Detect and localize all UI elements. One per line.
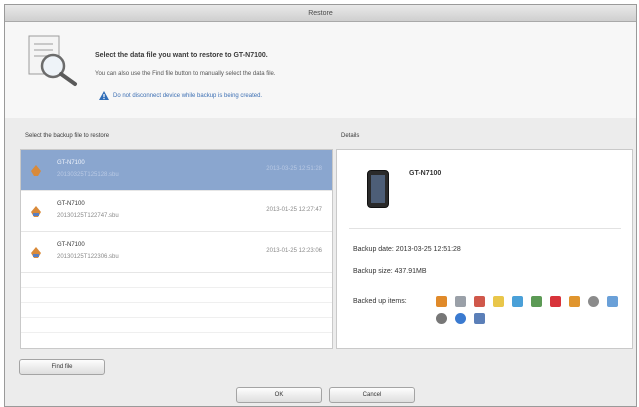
list-divider [21, 332, 332, 333]
backup-file-list[interactable]: GT-N7100 20130325T125128.sbu 2013-03-25 … [20, 149, 333, 349]
backup-date: 2013-03-25 12:51:28 [266, 166, 322, 172]
wifi-icon [512, 296, 523, 307]
list-divider [21, 287, 332, 288]
document-search-icon [28, 35, 77, 86]
cancel-button[interactable]: Cancel [329, 387, 415, 403]
backup-size-detail: Backup size: 437.91MB [353, 268, 427, 275]
details-panel: GT-N7100 Backup date: 2013-03-25 12:51:2… [336, 149, 633, 349]
header-message-primary: Select the data file you want to restore… [95, 52, 268, 59]
warning-icon [99, 91, 109, 100]
settings-icon [588, 296, 599, 307]
backed-up-items-label: Backed up items: [353, 298, 407, 305]
calendar-icon [455, 296, 466, 307]
backup-row[interactable]: GT-N7100 20130325T125128.sbu 2013-03-25 … [21, 150, 332, 191]
backup-device-name: GT-N7100 [57, 242, 85, 248]
email-icon [493, 296, 504, 307]
restore-dialog: Restore Select the data file you want to… [4, 4, 637, 407]
contacts-icon [436, 296, 447, 307]
messages-icon [474, 296, 485, 307]
backup-file-name: 20130325T125128.sbu [57, 172, 119, 178]
backup-date: 2013-01-25 12:27:47 [266, 207, 322, 213]
gear-icon [436, 313, 447, 324]
photos-icon [531, 296, 542, 307]
backup-file-name: 20130125T122747.sbu [57, 213, 119, 219]
backup-row[interactable]: GT-N7100 20130125T122306.sbu 2013-01-25 … [21, 232, 332, 273]
backed-up-items [436, 296, 636, 324]
backup-list-label: Select the backup file to restore [25, 133, 110, 139]
apps-icon [607, 296, 618, 307]
backup-file-icon [31, 165, 41, 176]
warning-text: Do not disconnect device while backup is… [113, 92, 263, 99]
ok-button[interactable]: OK [236, 387, 322, 403]
device-icon [474, 313, 485, 324]
list-divider [21, 317, 332, 318]
detail-device-name: GT-N7100 [409, 170, 442, 177]
backup-device-name: GT-N7100 [57, 201, 85, 207]
backup-row[interactable]: GT-N7100 20130125T122747.sbu 2013-01-25 … [21, 191, 332, 232]
backup-date: 2013-01-25 12:23:06 [266, 248, 322, 254]
header-panel: Select the data file you want to restore… [5, 22, 636, 118]
backup-file-icon [31, 206, 41, 217]
warning-row: Do not disconnect device while backup is… [99, 91, 262, 100]
window-title: Restore [5, 5, 636, 22]
phone-icon [367, 170, 389, 208]
header-message-secondary: You can also use the Find file button to… [95, 71, 276, 77]
find-file-button[interactable]: Find file [19, 359, 105, 375]
globe-icon [455, 313, 466, 324]
backup-date-detail: Backup date: 2013-03-25 12:51:28 [353, 246, 461, 253]
backup-file-name: 20130125T122306.sbu [57, 254, 119, 260]
backup-file-icon [31, 247, 41, 258]
music-icon [550, 296, 561, 307]
backup-device-name: GT-N7100 [57, 160, 85, 166]
details-label: Details [341, 133, 360, 139]
folder-icon [569, 296, 580, 307]
details-divider [349, 228, 621, 229]
list-divider [21, 302, 332, 303]
